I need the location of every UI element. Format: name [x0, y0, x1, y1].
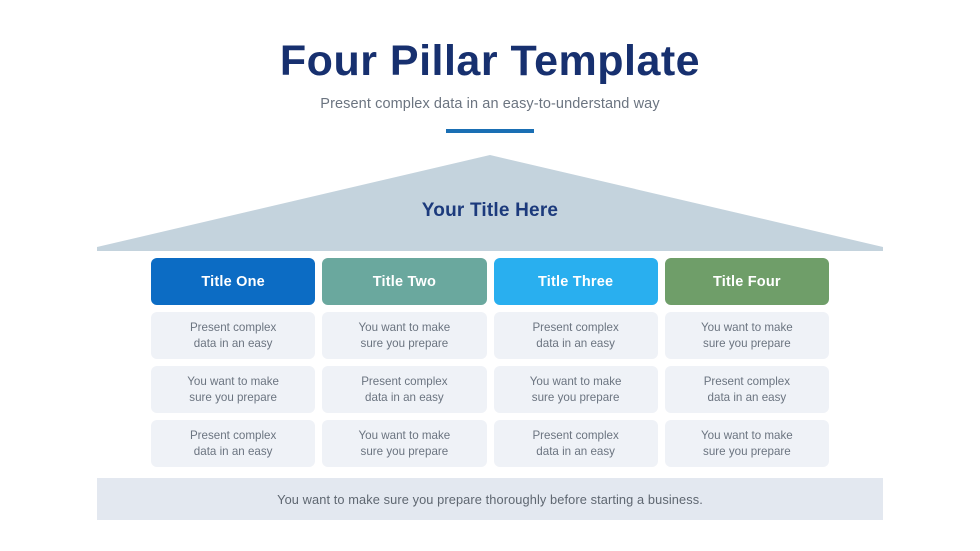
pillar-header-four[interactable]: Title Four — [664, 258, 829, 305]
pillar-column-one: Title One Present complex data in an easy… — [151, 258, 316, 467]
slide-canvas: Four Pillar Template Present complex dat… — [0, 0, 980, 551]
footer-bar: You want to make sure you prepare thorou… — [97, 478, 883, 520]
slide-header: Four Pillar Template Present complex dat… — [0, 37, 980, 134]
roof-shape: Your Title Here — [97, 155, 883, 251]
pillar-cell[interactable]: Present complex data in an easy — [493, 420, 658, 467]
pillar-cell[interactable]: You want to make sure you prepare — [493, 366, 658, 413]
pillar-cell[interactable]: Present complex data in an easy — [664, 366, 829, 413]
pillars-container: Title One Present complex data in an easy… — [151, 258, 829, 467]
roof-title: Your Title Here — [421, 200, 559, 221]
pillar-column-three: Title Three Present complex data in an ea… — [493, 258, 658, 467]
pillar-cell[interactable]: Present complex data in an easy — [493, 312, 658, 359]
pillar-cell[interactable]: Present complex data in an easy — [322, 366, 487, 413]
accent-divider — [446, 129, 534, 134]
pillar-header-two[interactable]: Title Two — [322, 258, 487, 305]
page-subtitle: Present complex data in an easy-to-under… — [320, 96, 660, 113]
pillar-column-two: Title Two You want to make sure you prepa… — [322, 258, 487, 467]
pillar-column-four: Title Four You want to make sure you prep… — [664, 258, 829, 467]
pillar-cell[interactable]: Present complex data in an easy — [151, 312, 316, 359]
pillar-cell[interactable]: You want to make sure you prepare — [322, 420, 487, 467]
page-title: Four Pillar Template — [279, 37, 701, 85]
pillar-cell[interactable]: You want to make sure you prepare — [664, 312, 829, 359]
pillar-header-one[interactable]: Title One — [151, 258, 316, 305]
pillar-cell[interactable]: You want to make sure you prepare — [151, 366, 316, 413]
pillar-cell[interactable]: You want to make sure you prepare — [664, 420, 829, 467]
pillar-cell[interactable]: Present complex data in an easy — [151, 420, 316, 467]
pillar-cell[interactable]: You want to make sure you prepare — [322, 312, 487, 359]
footer-text: You want to make sure you prepare thorou… — [277, 491, 703, 507]
pillar-header-three[interactable]: Title Three — [493, 258, 658, 305]
